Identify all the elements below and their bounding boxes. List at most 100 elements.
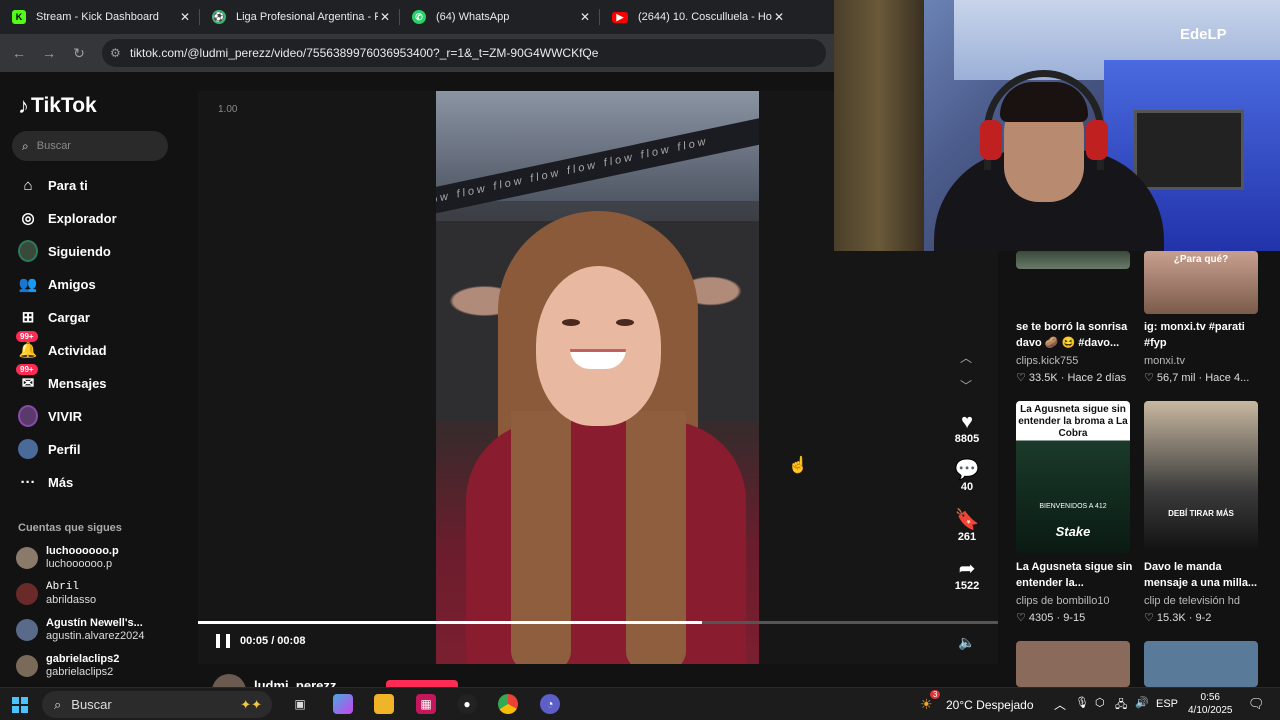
recommendation-author[interactable]: monxi.tv [1144, 355, 1185, 367]
nav-mas[interactable]: ··· Más [18, 470, 74, 494]
nav-label: Perfil [48, 441, 81, 457]
wall-sign: EdeLP [1180, 26, 1227, 43]
browser-tab-kick[interactable]: K Stream - Kick Dashboard ✕ [0, 0, 200, 34]
recommendation-meta: ♡ 56,7 mil · Hace 4... [1144, 372, 1250, 384]
browser-tab-liga[interactable]: ⚽ Liga Profesional Argentina - PC ✕ [200, 0, 400, 34]
recommendation-title[interactable]: Davo le manda mensaje a una milla... [1144, 559, 1264, 591]
windows-start-icon[interactable] [12, 697, 28, 713]
playback-speed[interactable]: 1.00 [218, 104, 237, 115]
followed-account[interactable]: Abril abrildasso [16, 579, 186, 609]
clock[interactable]: 0:56 4/10/2025 [1188, 691, 1233, 717]
webcam-overlay: EdeLP [834, 0, 1280, 251]
copilot-icon[interactable] [333, 694, 353, 714]
followed-account[interactable]: luchoooooo.p luchoooooo.p [16, 543, 186, 573]
recommendation-author[interactable]: clips de bombillo10 [1016, 595, 1110, 607]
chevron-down-icon[interactable]: ﹀ [960, 377, 972, 394]
task-view-icon[interactable]: ▣ [290, 694, 310, 714]
video-controls: 00:05 / 00:08 [216, 634, 305, 648]
close-tab-icon[interactable]: ✕ [378, 10, 392, 24]
nav-mensajes[interactable]: ✉ 99+ Mensajes [16, 364, 107, 395]
notifications-icon[interactable]: 🗨 [1248, 696, 1265, 712]
account-name: gabrielaclips2 [46, 653, 120, 665]
comment-button[interactable]: 💬 40 [946, 459, 988, 493]
nav-para-ti[interactable]: ⌂ Para ti [18, 173, 87, 197]
tab-title: (2644) 10. Cosculluela - Hola Be [638, 11, 772, 23]
forward-icon[interactable]: → [34, 45, 64, 61]
account-name: Abril [46, 581, 80, 593]
author-name[interactable]: ludmi_perezz [254, 678, 336, 687]
nav-actividad[interactable]: 🔔 99+ Actividad [16, 331, 107, 362]
browser-tab-youtube[interactable]: ▶ (2644) 10. Cosculluela - Hola Be ✕ [600, 0, 794, 34]
file-explorer-icon[interactable] [374, 694, 394, 714]
network-icon[interactable]: 🖧 [1115, 696, 1127, 715]
upload-icon: ⊞ [21, 309, 35, 326]
video-frame[interactable]: flow flow flow flow flow flow flow flow [436, 91, 759, 664]
followed-account[interactable]: gabrielaclips2 gabrielaclips2 [16, 651, 186, 681]
tiktok-logo[interactable]: ♪ TikTok [18, 93, 97, 119]
close-tab-icon[interactable]: ✕ [178, 10, 192, 24]
recommendation-author[interactable]: clips.kick755 [1016, 355, 1078, 367]
pause-icon[interactable] [216, 634, 230, 648]
close-tab-icon[interactable]: ✕ [578, 10, 592, 24]
nav-vivir[interactable]: VIVIR [18, 404, 82, 428]
copilot-sparkle-icon: ✦✦ [240, 696, 262, 712]
hand-cursor-icon: ☝ [788, 457, 808, 474]
like-button[interactable]: ♥ 8805 [946, 411, 988, 445]
nav-perfil[interactable]: Perfil [18, 437, 81, 461]
eye [616, 319, 634, 326]
nav-explorador[interactable]: ◎ Explorador [18, 206, 116, 230]
browser-tab-whatsapp[interactable]: ✆ (64) WhatsApp ✕ [400, 0, 600, 34]
eye [562, 319, 580, 326]
recommendation-title[interactable]: se te borró la sonrisa davo 🥔 😆 #davo... [1016, 319, 1136, 351]
back-icon[interactable]: ← [4, 45, 34, 61]
tray-app-icon[interactable]: ⬡ [1095, 696, 1105, 709]
taskbar-search[interactable]: ⌕ Buscar ✦✦ [42, 691, 272, 718]
like-count: 15.3K [1156, 612, 1186, 624]
nav-amigos[interactable]: 👥 Amigos [18, 272, 96, 296]
avatar [16, 619, 38, 641]
recommendation-author[interactable]: clip de televisión hd [1144, 595, 1240, 607]
recommendation-thumbnail[interactable]: DEBÍ TIRAR MÁS [1144, 401, 1258, 553]
url-field[interactable]: ⚙ tiktok.com/@ludmi_perezz/video/7556389… [102, 39, 826, 67]
recommendation-title[interactable]: La Agusneta sigue sin entender la... [1016, 559, 1136, 591]
compass-icon: ◎ [21, 210, 35, 227]
tiktok-note-icon: ♪ [18, 93, 29, 118]
weather-text[interactable]: 20°C Despejado [946, 698, 1034, 712]
post-date: 9-15 [1063, 612, 1086, 624]
language-indicator[interactable]: ESP [1156, 698, 1178, 710]
recommendation-thumbnail[interactable] [1144, 641, 1258, 687]
author-avatar[interactable] [212, 674, 246, 687]
follow-button[interactable] [386, 680, 458, 687]
weather-icon[interactable]: ☀ 3 [920, 690, 941, 713]
recommendation-thumbnail[interactable]: La Agusneta sigue sin entender la broma … [1016, 401, 1130, 553]
video-subject-jersey [466, 421, 746, 664]
volume-icon[interactable]: 🔈 [958, 634, 975, 651]
discord-icon[interactable]: ◔ [540, 694, 560, 714]
more-icon: ··· [20, 473, 36, 491]
obs-icon[interactable]: ● [457, 694, 477, 714]
chrome-icon[interactable] [498, 694, 518, 714]
speaker-icon[interactable]: 🔊 [1135, 696, 1149, 709]
close-tab-icon[interactable]: ✕ [772, 10, 786, 24]
app-icon[interactable]: ▦ [416, 694, 436, 714]
nav-cargar[interactable]: ⊞ Cargar [18, 305, 90, 329]
account-handle: luchoooooo.p [46, 558, 113, 570]
following-title: Cuentas que sigues [18, 522, 122, 534]
share-button[interactable]: ➦ 1522 [946, 558, 988, 592]
screen: K Stream - Kick Dashboard ✕ ⚽ Liga Profe… [0, 0, 1280, 720]
reload-icon[interactable]: ↻ [64, 45, 94, 62]
chevron-up-icon[interactable]: ︿ [960, 349, 972, 366]
recommendation-title[interactable]: ig: monxi.tv #parati #fyp [1144, 319, 1264, 351]
microphone-icon[interactable]: 🎙 [1075, 696, 1089, 709]
site-settings-icon[interactable]: ⚙ [110, 46, 130, 60]
nav-siguiendo[interactable]: Siguiendo [18, 239, 111, 263]
recommendation-thumbnail[interactable]: ¿Para qué? [1144, 251, 1258, 314]
video-progress-bar[interactable] [198, 621, 998, 624]
followed-account[interactable]: Agustín Newell's... agustin.alvarez2024 [16, 615, 186, 645]
search-input[interactable]: ⌕ Buscar [12, 131, 168, 161]
save-button[interactable]: 🔖 261 [946, 509, 988, 543]
recommendation-thumbnail[interactable] [1016, 251, 1130, 269]
recommendation-thumbnail[interactable] [1016, 641, 1130, 687]
search-placeholder: Buscar [36, 140, 71, 152]
show-hidden-icons[interactable]: ︿ [1054, 696, 1066, 713]
